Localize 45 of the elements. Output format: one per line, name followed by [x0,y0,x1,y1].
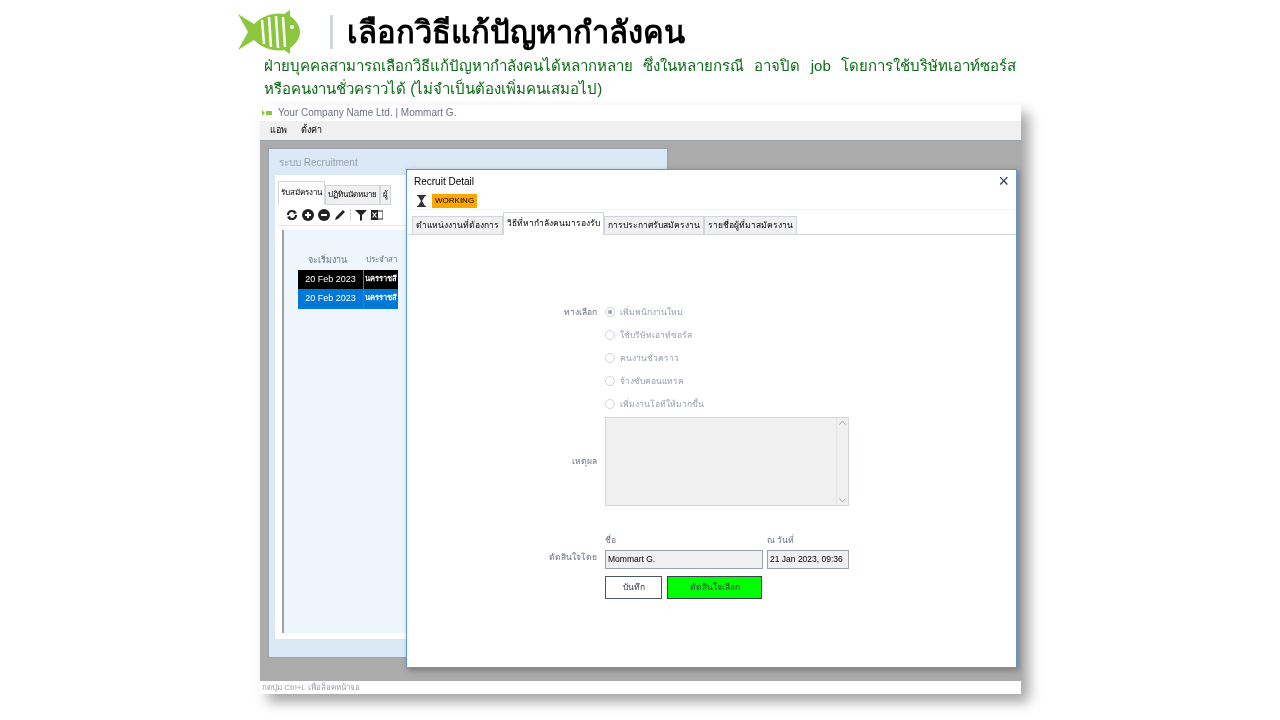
menu-item[interactable]: แอพ [270,123,287,138]
dialog-title: Recruit Detail [414,174,475,189]
tab[interactable]: ปฏิทินนัดหมาย [325,185,380,205]
close-button[interactable]: × [998,172,1009,190]
window-title: ระบบ Recruitment [279,155,358,170]
scroll-up-icon[interactable] [839,419,846,425]
name-field[interactable]: Mommart G. [605,549,763,569]
radio-label: คนงานชั่วคราว [620,351,679,365]
hourglass-icon [417,194,426,207]
slide-subtitle: ฝ่ายบุคคลสามารถเลือกวิธีแก้ปัญหากำลังคนได้หลากหลาย ซึ่งในหลายกรณี อาจปิด job โดยการใช้บริษัทเอาท์ซอร์ส หรือคนงานชั่วคราวได้ (ไม่จำเป็นต้องเพิ่มคนเสมอไป) [264,55,1016,99]
tab[interactable]: วิธีที่หากำลังคนมารองรับ [503,212,604,235]
refresh-icon[interactable] [286,209,298,221]
tab[interactable]: การประกาศรับสมัครงาน [604,216,704,235]
app-logo-icon [262,110,272,116]
status-badge: WORKING [432,193,478,208]
options-label: ทางเลือก [563,305,597,319]
tab[interactable]: รับสมัครงาน [278,181,325,205]
excel-icon[interactable] [371,209,383,221]
pencil-icon[interactable] [334,209,346,221]
menu-item[interactable]: ตั้งค่า [301,123,322,138]
scroll-down-icon[interactable] [839,497,846,503]
column-header: ประจำสา [365,254,398,266]
tab[interactable]: รายชื่อผู้ที่มาสมัครงาน [704,216,797,235]
date-label: ณ วันที่ [767,533,796,547]
date-field[interactable]: 21 Jan 2023, 09:36 [767,549,849,569]
add-icon[interactable] [302,209,314,221]
remove-icon[interactable] [318,209,330,221]
app-title: Your Company Name Ltd. | Mommart G. [278,108,457,118]
tab[interactable]: ตำแหน่งงานที่ต้องการ [412,216,503,235]
status-bar-text: กดปุ่ม Ctrl+L เพื่อล็อคหน้าจอ [262,683,360,692]
decided-by-label: ตัดสินใจโดย [549,550,597,561]
radio-label: ใช้บริษัทเอาท์ซอร์ส [620,328,692,342]
radio-label: เพิ่มงานโอทีให้มากขึ้น [620,397,704,411]
fish-logo-icon [238,10,300,54]
radio-label: เพิ่มพนักงานใหม่ [620,305,683,319]
column-header: จะเริ่มงาน [307,253,348,267]
radio-label: จ้างซับคอนแทรค [620,374,684,388]
decide-button[interactable]: ตัดสินใจเลือก [667,575,762,599]
name-label: ชื่อ [605,533,617,547]
save-button[interactable]: บันทึก [605,575,662,599]
reason-label: เหตุผล [571,454,597,468]
tab[interactable]: ผู้ [380,185,391,205]
filter-icon[interactable] [355,209,367,221]
table-cell: 20 Feb 2023 [298,289,364,309]
reason-field[interactable] [605,416,849,506]
